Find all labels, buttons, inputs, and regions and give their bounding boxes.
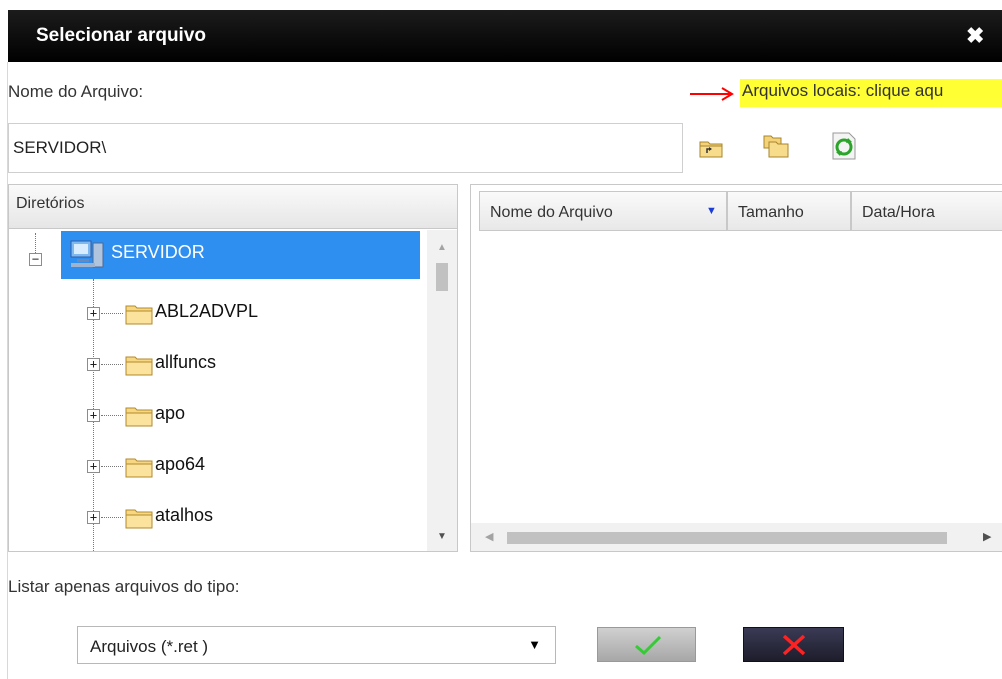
tree-item-label: apo64 [155, 454, 206, 474]
tree-line [101, 313, 123, 314]
scroll-thumb[interactable] [436, 263, 448, 291]
tree-expand-toggle[interactable]: + [87, 307, 100, 320]
tree-line [101, 364, 123, 365]
refresh-icon[interactable] [830, 132, 858, 160]
tree-line [35, 233, 36, 253]
local-files-link[interactable]: Arquivos locais: clique aqu [740, 79, 1002, 107]
dialog-title: Selecionar arquivo [36, 25, 207, 46]
confirm-button[interactable] [597, 627, 696, 662]
file-type-selected: Arquivos (*.ret ) [90, 637, 209, 656]
cancel-button[interactable] [743, 627, 844, 662]
tree-line [101, 517, 123, 518]
path-input[interactable] [8, 123, 683, 173]
scroll-right-icon[interactable]: ▶ [983, 530, 991, 543]
tree-root-label: SERVIDOR [111, 242, 205, 262]
tree-line [101, 466, 123, 467]
tree-item-servidor[interactable]: SERVIDOR [61, 231, 420, 279]
folder-icon [125, 405, 153, 432]
title-bar: Selecionar arquivo ✖ [8, 10, 1002, 62]
file-type-select[interactable]: Arquivos (*.ret ) ▼ [77, 626, 556, 664]
scroll-thumb[interactable] [507, 532, 947, 544]
column-header-size[interactable]: Tamanho [727, 191, 851, 231]
files-horizontal-scrollbar[interactable]: ◀ ▶ [471, 523, 1002, 551]
check-icon [635, 635, 662, 656]
sort-desc-icon[interactable]: ▼ [706, 205, 717, 217]
folder-up-icon[interactable] [697, 134, 725, 162]
folder-icon [125, 456, 153, 483]
tree-expand-toggle[interactable]: + [87, 511, 100, 524]
tree-expand-toggle[interactable]: + [87, 460, 100, 473]
scroll-left-icon[interactable]: ◀ [485, 530, 493, 543]
folder-icon [125, 354, 153, 381]
close-icon [782, 634, 806, 656]
tree-collapse-toggle[interactable]: − [29, 253, 42, 266]
column-label: Data/Hora [862, 204, 935, 221]
filename-label: Nome do Arquivo: [8, 82, 144, 101]
scroll-up-icon[interactable]: ▲ [437, 242, 447, 253]
files-panel: Nome do Arquivo ▼ Tamanho Data/Hora ◀ ▶ [470, 184, 1002, 552]
tree-item-folder[interactable]: + atalhos [87, 495, 417, 535]
tree-expand-toggle[interactable]: + [87, 409, 100, 422]
tree-item-folder[interactable]: + ABL2ADVPL [87, 291, 417, 331]
column-header-filename[interactable]: Nome do Arquivo ▼ [479, 191, 727, 231]
scroll-down-icon[interactable]: ▼ [437, 531, 447, 542]
folder-icon [125, 303, 153, 330]
column-header-datetime[interactable]: Data/Hora [851, 191, 1002, 231]
tree-expand-toggle[interactable]: + [87, 358, 100, 371]
new-folder-icon[interactable] [762, 132, 790, 160]
tree-item-label: ABL2ADVPL [155, 301, 259, 321]
red-arrow-icon [688, 85, 736, 101]
tree-item-folder[interactable]: + apo [87, 393, 417, 433]
column-label: Nome do Arquivo [490, 204, 613, 221]
column-label: Tamanho [738, 204, 804, 221]
directories-vertical-scrollbar[interactable]: ▲ ▼ [427, 230, 457, 551]
tree-line [101, 415, 123, 416]
tree-item-folder[interactable]: + apo64 [87, 444, 417, 484]
folder-icon [125, 507, 153, 534]
tree-item-label: atalhos [155, 505, 214, 525]
close-icon[interactable]: ✖ [966, 23, 984, 49]
tree-item-folder[interactable]: + allfuncs [87, 342, 417, 382]
file-type-label: Listar apenas arquivos do tipo: [8, 577, 240, 596]
tree-item-label: allfuncs [155, 352, 217, 372]
directories-header: Diretórios [9, 185, 457, 229]
tree-item-label: apo [155, 403, 186, 423]
directories-panel: Diretórios − SERVIDOR + ABL2ADVPL + allfunc… [8, 184, 458, 552]
server-icon [67, 237, 107, 278]
chevron-down-icon: ▼ [528, 637, 541, 652]
tree-item-folder[interactable]: +autoexe [87, 546, 417, 551]
